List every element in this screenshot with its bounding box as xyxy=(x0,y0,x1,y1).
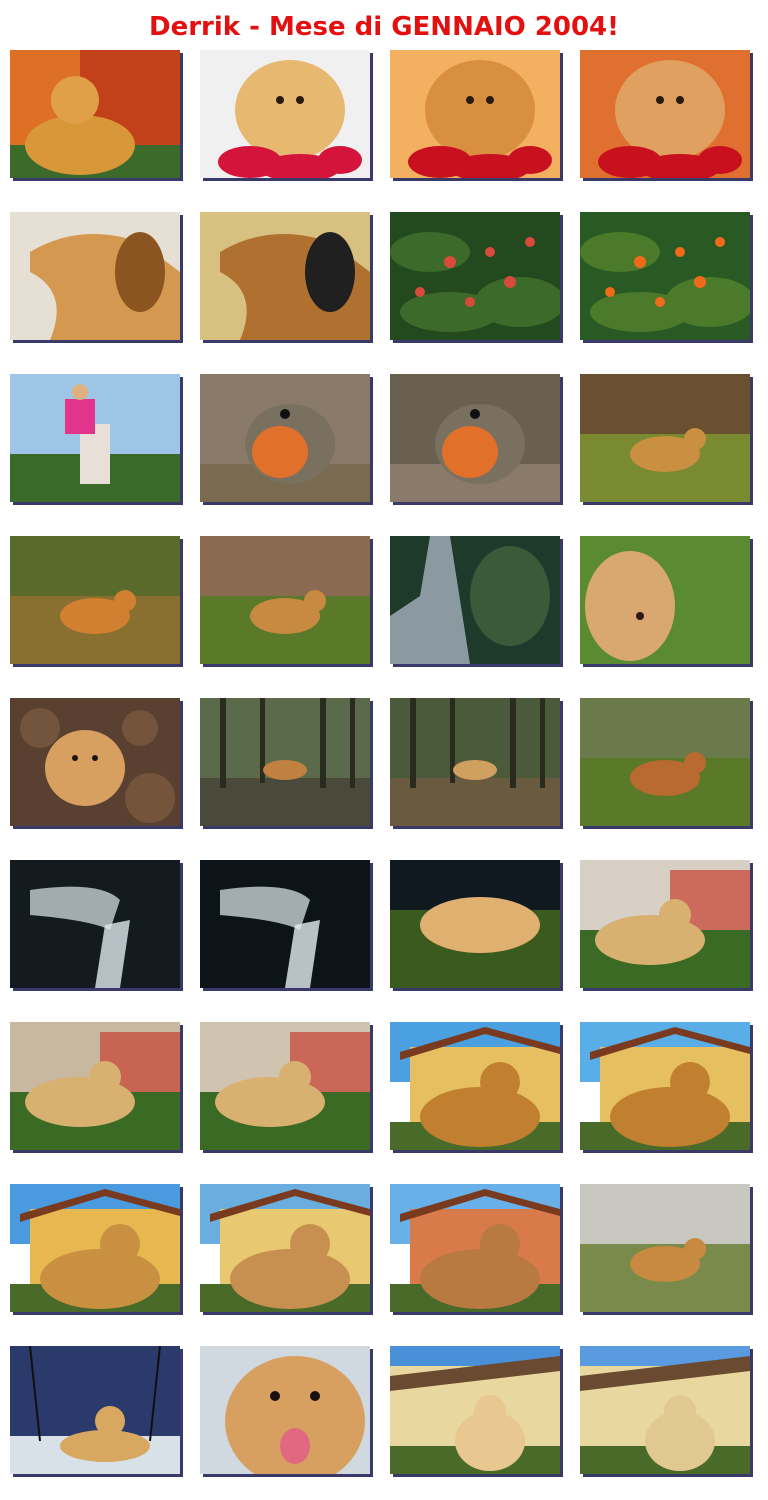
dog-being-fed-photo[interactable] xyxy=(200,212,370,340)
photo-image xyxy=(580,1346,750,1474)
orange-berries-photo[interactable] xyxy=(580,212,750,340)
photo-image xyxy=(390,212,560,340)
photo-image xyxy=(390,1346,560,1474)
dog-with-toy-on-grass-photo[interactable] xyxy=(580,698,750,826)
dog-by-porch-1-photo[interactable] xyxy=(390,1346,560,1474)
photo-image xyxy=(200,860,370,988)
photo-image xyxy=(390,1184,560,1312)
dog-asleep-on-grass-photo[interactable] xyxy=(390,860,560,988)
knee-xray-1-photo[interactable] xyxy=(10,860,180,988)
photo-image xyxy=(200,1184,370,1312)
dog-under-bare-trees-photo[interactable] xyxy=(10,1346,180,1474)
dog-lying-by-house-2-photo[interactable] xyxy=(200,1022,370,1150)
dog-lying-in-meadow-photo[interactable] xyxy=(580,1184,750,1312)
photo-image xyxy=(10,860,180,988)
woods-with-dogs-photo[interactable] xyxy=(200,698,370,826)
photo-image xyxy=(390,50,560,178)
photo-image xyxy=(10,1184,180,1312)
photo-image xyxy=(10,536,180,664)
photo-image xyxy=(390,536,560,664)
photo-image xyxy=(580,212,750,340)
dog-lying-with-stick-photo[interactable] xyxy=(200,1184,370,1312)
dog-face-closeup-photo[interactable] xyxy=(200,1346,370,1474)
photo-image xyxy=(200,50,370,178)
robin-near-tree-photo[interactable] xyxy=(390,374,560,502)
photo-image xyxy=(200,374,370,502)
dog-by-porch-2-photo[interactable] xyxy=(580,1346,750,1474)
dog-running-blur-photo[interactable] xyxy=(580,536,750,664)
photo-image xyxy=(390,698,560,826)
photo-image xyxy=(10,698,180,826)
robin-on-leaves-photo[interactable] xyxy=(200,374,370,502)
dog-standing-by-fence-photo[interactable] xyxy=(390,698,560,826)
dog-running-sunset-photo[interactable] xyxy=(10,536,180,664)
dog-by-yellow-house-2-photo[interactable] xyxy=(580,1022,750,1150)
page-title: Derrik - Mese di GENNAIO 2004! xyxy=(149,12,619,42)
photo-image xyxy=(580,860,750,988)
dog-lying-in-leaves-photo[interactable] xyxy=(10,698,180,826)
berry-bush-photo[interactable] xyxy=(390,212,560,340)
knee-xray-2-photo[interactable] xyxy=(200,860,370,988)
photo-image xyxy=(200,212,370,340)
photo-image xyxy=(10,374,180,502)
photo-image xyxy=(200,698,370,826)
photo-image xyxy=(390,374,560,502)
photo-image xyxy=(10,1022,180,1150)
dog-resting-in-garden-photo[interactable] xyxy=(580,860,750,988)
person-on-stone-bench-photo[interactable] xyxy=(10,374,180,502)
photo-image xyxy=(200,536,370,664)
photo-image xyxy=(580,374,750,502)
photo-image xyxy=(580,50,750,178)
photo-image xyxy=(10,212,180,340)
dog-portrait-yellow-house-photo[interactable] xyxy=(10,1184,180,1312)
photo-image xyxy=(10,50,180,178)
dog-sniffing-poinsettia-photo[interactable] xyxy=(390,50,560,178)
pine-branches-photo[interactable] xyxy=(390,536,560,664)
photo-image xyxy=(200,1346,370,1474)
dog-by-yellow-house-1-photo[interactable] xyxy=(390,1022,560,1150)
photo-image xyxy=(580,1022,750,1150)
photo-image xyxy=(580,698,750,826)
dog-lying-by-house-1-photo[interactable] xyxy=(10,1022,180,1150)
dog-running-far-photo[interactable] xyxy=(580,374,750,502)
photo-image xyxy=(390,860,560,988)
dog-behind-poinsettia-pot-photo[interactable] xyxy=(580,50,750,178)
dog-running-toward-camera-photo[interactable] xyxy=(200,536,370,664)
dog-profile-closeup-photo[interactable] xyxy=(10,212,180,340)
dog-with-poinsettia-photo[interactable] xyxy=(200,50,370,178)
dog-chewing-stick-photo[interactable] xyxy=(390,1184,560,1312)
photo-image xyxy=(580,536,750,664)
photo-image xyxy=(580,1184,750,1312)
photo-image xyxy=(390,1022,560,1150)
dog-on-green-mat-photo[interactable] xyxy=(10,50,180,178)
photo-image xyxy=(10,1346,180,1474)
photo-image xyxy=(200,1022,370,1150)
